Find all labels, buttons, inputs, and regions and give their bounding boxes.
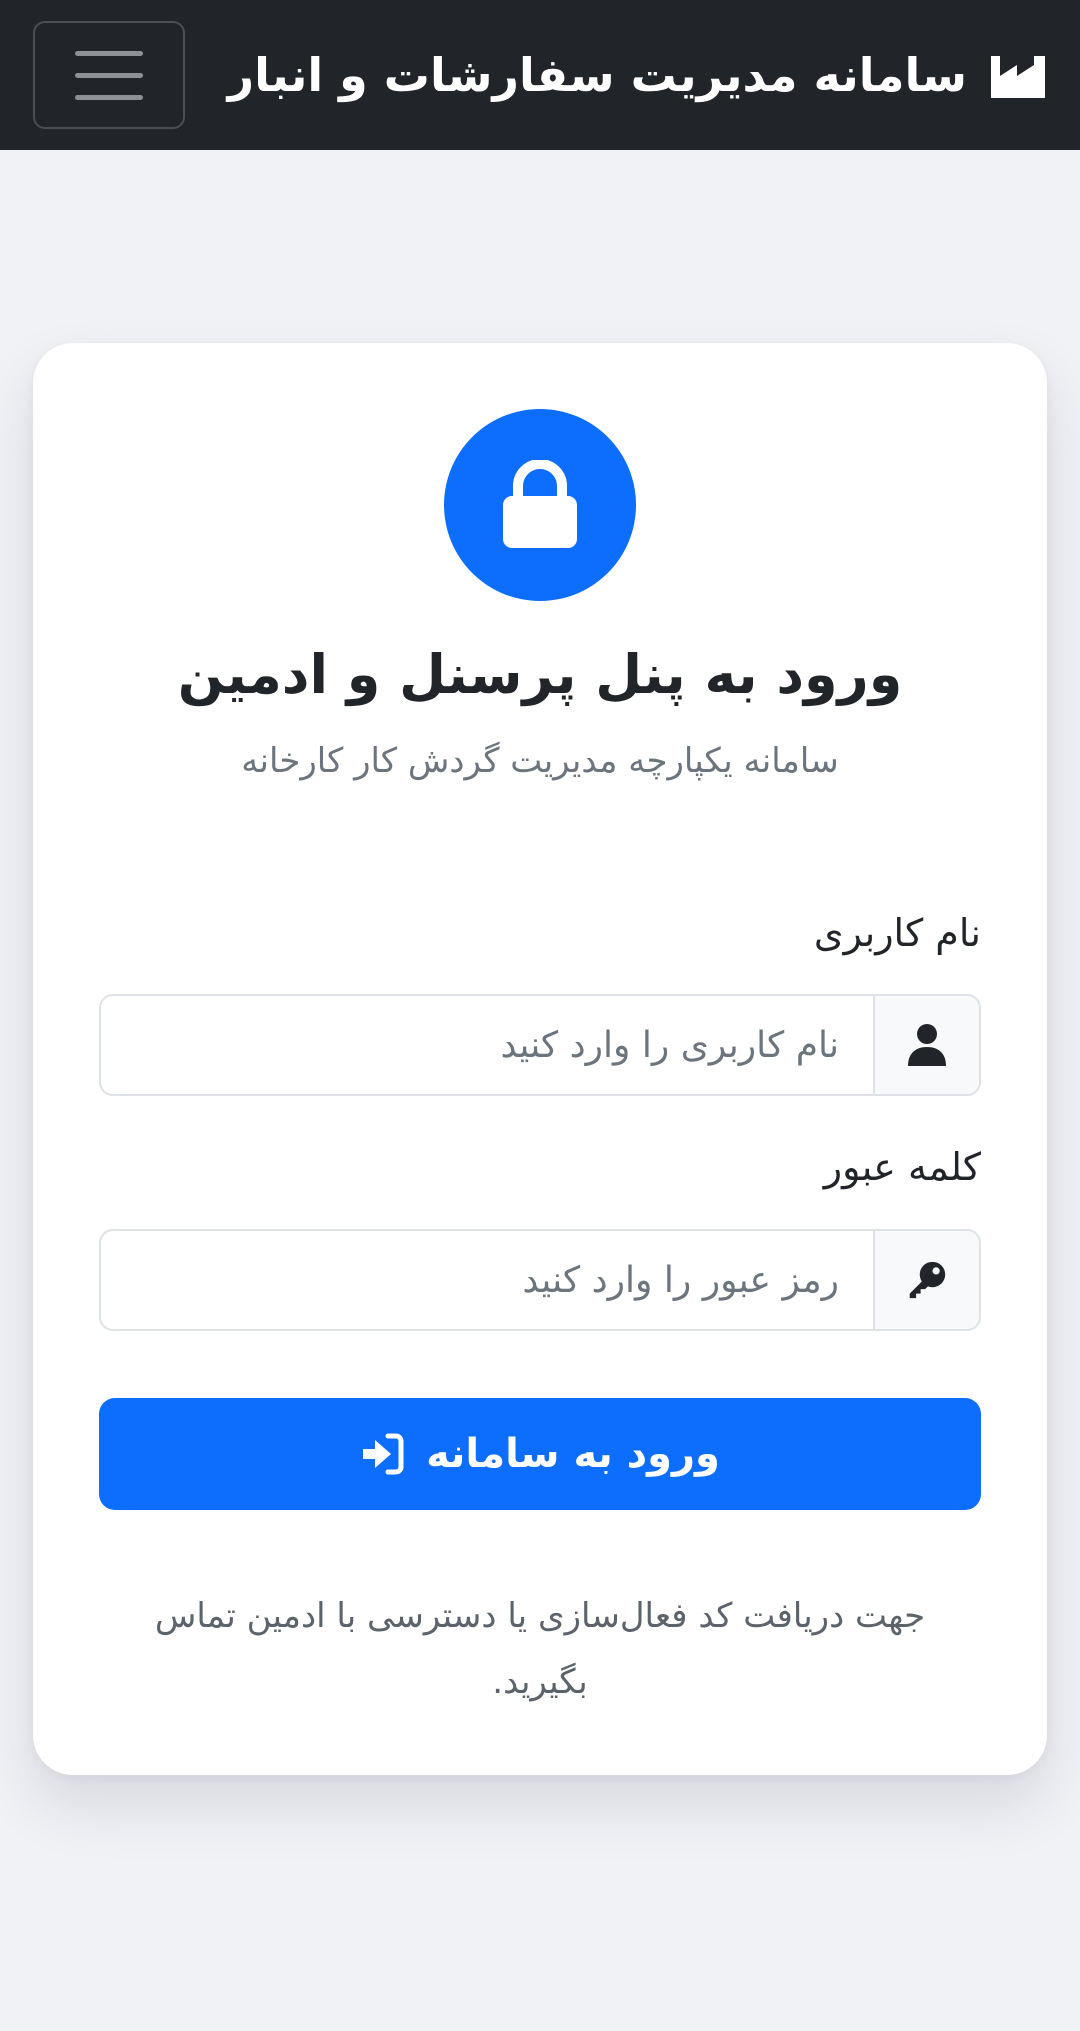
password-input-group — [99, 1229, 981, 1331]
login-card: ورود به پنل پرسنل و ادمین سامانه یکپارچه… — [33, 343, 1047, 1775]
key-icon — [909, 1261, 946, 1299]
submit-button-label: ورود به سامانه — [426, 1431, 720, 1477]
password-label: کلمه عبور — [823, 1145, 981, 1189]
username-input-group — [99, 994, 981, 1096]
top-navbar: سامانه مدیریت سفارشات و انبار — [0, 0, 1080, 150]
user-icon — [908, 1024, 946, 1066]
lock-icon — [503, 460, 577, 548]
login-submit-button[interactable]: ورود به سامانه — [99, 1398, 981, 1510]
username-label: نام کاربری — [813, 911, 981, 955]
hamburger-menu-icon-bar — [75, 94, 143, 100]
help-text: جهت دریافت کد فعال‌سازی یا دسترسی با ادم… — [154, 1596, 926, 1702]
factory-icon — [991, 56, 1045, 98]
username-input[interactable] — [101, 996, 873, 1094]
hamburger-menu-icon-bar — [75, 72, 143, 78]
password-input[interactable] — [101, 1231, 873, 1329]
brand-title: سامانه مدیریت سفارشات و انبار — [227, 48, 967, 102]
lock-badge — [444, 409, 636, 601]
navbar-brand[interactable]: سامانه مدیریت سفارشات و انبار — [228, 48, 1047, 102]
username-addon — [873, 996, 979, 1094]
hamburger-menu-icon — [75, 50, 143, 56]
login-subtitle: سامانه یکپارچه مدیریت گردش کار کارخانه — [241, 741, 839, 781]
sign-in-icon — [363, 1433, 404, 1475]
hamburger-menu-button[interactable] — [33, 21, 185, 129]
password-addon — [873, 1231, 979, 1329]
login-title: ورود به پنل پرسنل و ادمین — [177, 643, 903, 706]
